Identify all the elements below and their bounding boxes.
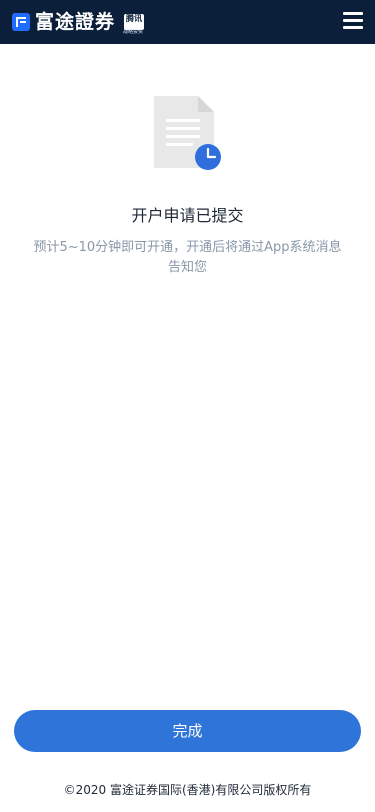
brand-title: 富途證券 — [35, 11, 116, 33]
hamburger-menu-icon[interactable] — [343, 12, 363, 30]
menu-line — [343, 12, 363, 15]
menu-line — [343, 26, 363, 29]
menu-line — [343, 19, 363, 22]
copyright-footer: ©2020 富途证券国际(香港)有限公司版权所有 — [63, 783, 312, 797]
document-pending-icon — [154, 96, 221, 170]
futu-logo-icon[interactable] — [12, 13, 30, 31]
status-title: 开户申请已提交 — [131, 206, 244, 225]
status-description: 预计5~10分钟即可开通，开通后将通过App系统消息告知您 — [33, 240, 342, 275]
top-header: 富途證券 腾讯 战略投资 — [0, 0, 375, 44]
tencent-badge: 腾讯 — [124, 14, 144, 30]
done-button[interactable]: 完成 — [14, 710, 361, 752]
tencent-badge-subtitle: 战略投资 — [123, 29, 144, 35]
application-submitted-page: 富途證券 腾讯 战略投资 开户申请已提交 预计5~10分钟即可开通，开通后将通过… — [0, 0, 375, 812]
